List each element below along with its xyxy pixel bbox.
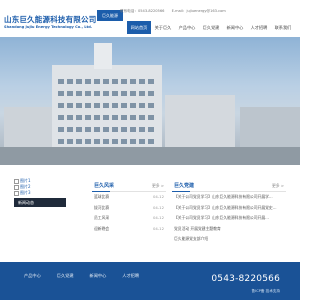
list-item[interactable]: 巨久能源党支部介绍 bbox=[172, 234, 286, 245]
page: 山东巨久能源科技有限公司 Shandong Jujiu Energy Techn… bbox=[0, 0, 300, 300]
header-email: E-mail：jujiuenergy@163.com bbox=[171, 9, 226, 13]
list-item-date: 04-12 bbox=[152, 225, 164, 231]
list-item-text: 员工风采 bbox=[94, 215, 110, 220]
footer-icp[interactable]: 鲁ICP备 技术支持 bbox=[252, 289, 280, 294]
logo-company-name: 山东巨久能源科技有限公司 bbox=[4, 15, 97, 24]
nav-item-contact[interactable]: 联系我们 bbox=[271, 21, 295, 34]
nav-item-products[interactable]: 产品中心 bbox=[175, 21, 199, 34]
news-list-party-more-link[interactable]: 更多 > bbox=[272, 183, 284, 189]
list-item[interactable]: 篮球比赛 04-12 bbox=[92, 192, 166, 203]
footer-link-party[interactable]: 巨久党建 bbox=[57, 273, 74, 279]
list-item-text: 【关于公司党员学习】山东巨久能源科技有限公司开展… bbox=[174, 215, 269, 220]
sidebar-image-link-3[interactable]: 图片3 bbox=[14, 190, 66, 196]
list-item-date: 04-12 bbox=[152, 204, 164, 210]
list-item-text: 党员活动 开展党建主题教育 bbox=[174, 225, 221, 231]
list-item-text: 巨久能源党支部介绍 bbox=[174, 236, 209, 241]
list-item-text: 篮球比赛 bbox=[94, 194, 110, 199]
list-item[interactable]: 党员活动 开展党建主题教育 bbox=[172, 224, 286, 235]
banner-image bbox=[0, 37, 300, 165]
list-item-text: 【关于公司党员学习】山东巨久能源科技有限公司开展学… bbox=[174, 194, 273, 199]
list-item-date: 04-12 bbox=[152, 215, 164, 220]
sidebar-item-news[interactable]: 新闻动态 bbox=[14, 198, 66, 207]
footer-phone: 0543-8220566 bbox=[211, 274, 280, 284]
company-logo[interactable]: 山东巨久能源科技有限公司 Shandong Jujiu Energy Techn… bbox=[4, 8, 110, 36]
logo-company-name-en: Shandong Jujiu Energy Technology Co., Lt… bbox=[4, 25, 93, 29]
nav-item-about[interactable]: 关于巨久 bbox=[151, 21, 175, 34]
news-list-party-header: 巨久党建 更多 > bbox=[172, 180, 286, 192]
nav-item-jobs[interactable]: 人才招聘 bbox=[247, 21, 271, 34]
header-contact: 联系电话：0543-8220566 E-mail：jujiuenergy@163… bbox=[120, 9, 232, 14]
banner-building-tower bbox=[94, 43, 112, 69]
list-item[interactable]: 员工风采 04-12 bbox=[92, 213, 166, 224]
nav-item-news[interactable]: 新闻中心 bbox=[223, 21, 247, 34]
footer-link-products[interactable]: 产品中心 bbox=[24, 273, 41, 279]
list-item-text: 拔河比赛 bbox=[94, 204, 110, 210]
list-item[interactable]: 迎新晚会 04-12 bbox=[92, 224, 166, 235]
list-item[interactable]: 【关于公司党员学习】山东巨久能源科技有限公司开展… bbox=[172, 213, 286, 224]
footer-link-jobs[interactable]: 人才招聘 bbox=[122, 273, 139, 279]
news-list-party: 巨久党建 更多 > 【关于公司党员学习】山东巨久能源科技有限公司开展学… 【关于… bbox=[172, 180, 286, 250]
news-list-about-more-link[interactable]: 更多 > bbox=[152, 183, 164, 189]
news-list-about-header: 巨久风采 更多 > bbox=[92, 180, 166, 192]
nav-item-party[interactable]: 巨久党建 bbox=[199, 21, 223, 34]
nav-item-home[interactable]: 网站首页 bbox=[127, 21, 151, 34]
main-nav: 网站首页 关于巨久 产品中心 巨久党建 新闻中心 人才招聘 联系我们 bbox=[127, 21, 295, 34]
list-item-text: 迎新晚会 bbox=[94, 225, 110, 231]
news-list-about: 巨久风采 更多 > 篮球比赛 04-12 拔河比赛 04-12 员工风采 04-12 … bbox=[92, 180, 166, 250]
banner-ground bbox=[0, 147, 300, 165]
list-item[interactable]: 拔河比赛 04-12 bbox=[92, 203, 166, 214]
footer-link-news[interactable]: 新闻中心 bbox=[90, 273, 107, 279]
list-item[interactable]: 【关于公司党员学习】山东巨久能源科技有限公司开展学… bbox=[172, 192, 286, 203]
news-list-about-title: 巨久风采 bbox=[94, 183, 115, 189]
news-list-party-title: 巨久党建 bbox=[174, 183, 195, 189]
list-item[interactable]: 【关于公司党员学习】山东巨久能源科技有限公司开展党史… bbox=[172, 203, 286, 214]
footer-links: 产品中心 巨久党建 新闻中心 人才招聘 bbox=[24, 273, 155, 279]
header-phone: 联系电话：0543-8220566 bbox=[120, 9, 165, 13]
footer: 产品中心 巨久党建 新闻中心 人才招聘 0543-8220566 鲁ICP备 技… bbox=[0, 262, 300, 300]
sidebar: 图片1 图片2 图片3 新闻动态 bbox=[14, 178, 66, 207]
list-item-date: 04-12 bbox=[152, 194, 164, 199]
list-item-text: 【关于公司党员学习】山东巨久能源科技有限公司开展党史… bbox=[174, 204, 277, 210]
